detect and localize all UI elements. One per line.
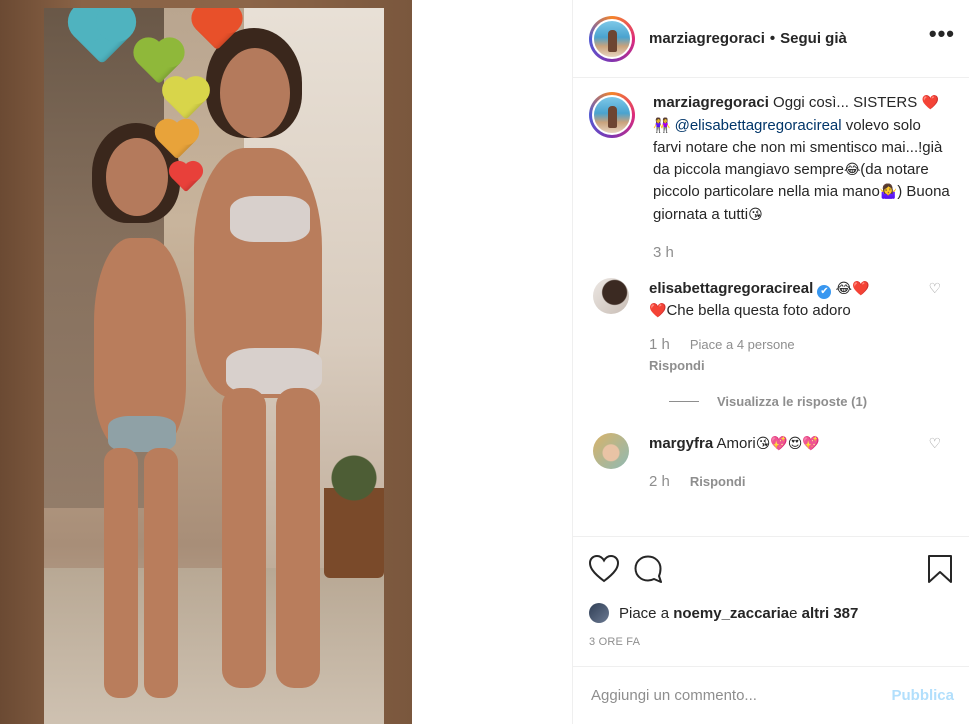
likes-summary: Piace a noemy_zaccaria e altri 387	[573, 600, 969, 626]
post-header: marziagregoraci • Segui già •••	[573, 0, 969, 78]
comment-time[interactable]: 1 h	[649, 334, 670, 355]
heart-sticker-icon	[166, 80, 206, 120]
header-separator: •	[769, 30, 776, 47]
comment-message: Che bella questa foto adoro	[666, 301, 851, 319]
comment-item: margyfra Amori😘💖😍💖 2 h Rispondi ♡	[589, 432, 953, 492]
comment-like-heart-icon[interactable]: ♡	[928, 435, 941, 452]
comment-meta: 2 h Rispondi	[649, 471, 919, 492]
comment-message: Amori	[713, 434, 756, 452]
caption-text: marziagregoraci Oggi così... SISTERS ❤️ 👭…	[653, 92, 953, 226]
comment-like-heart-icon[interactable]: ♡	[928, 280, 941, 297]
verified-badge-icon: ✔	[817, 284, 832, 299]
photo-big-girl-leg	[222, 388, 266, 688]
add-comment-input[interactable]: Aggiungi un commento...	[591, 687, 757, 704]
reply-button[interactable]: Rispondi	[690, 471, 746, 492]
shrug-emoji-icon: 🤷‍♀️	[879, 184, 898, 200]
caption-username[interactable]: marziagregoraci	[653, 94, 769, 111]
caption-text-part: Oggi così... SISTERS	[768, 94, 922, 111]
likes-middle: e	[789, 604, 798, 622]
post-caption: marziagregoraci Oggi così... SISTERS ❤️ 👭…	[589, 92, 953, 264]
liker-username[interactable]: noemy_zaccaria	[673, 605, 789, 622]
comment-text: elisabettagregoracireal ✔ 😂❤️ ❤️Che bell…	[649, 278, 919, 322]
likes-prefix: Piace a	[619, 604, 670, 622]
more-options-icon[interactable]: •••	[929, 22, 955, 49]
commenter-username[interactable]: margyfra	[649, 435, 713, 452]
view-replies-line	[669, 400, 699, 402]
photo-small-girl-swimsuit	[108, 416, 176, 452]
liker-avatar[interactable]	[589, 603, 609, 623]
comment-text: margyfra Amori😘💖😍💖	[649, 433, 919, 455]
photo-small-girl-head	[106, 138, 168, 216]
author-username[interactable]: marziagregoraci	[649, 30, 765, 47]
photo-big-girl-bikini-top	[230, 196, 310, 242]
comment-like-count[interactable]: Piace a 4 persone	[690, 334, 795, 355]
photo-ground	[44, 568, 384, 724]
commenter-avatar[interactable]	[593, 432, 629, 469]
post-photo[interactable]	[44, 8, 384, 724]
kiss-emoji-icon: 😘	[748, 206, 763, 223]
caption-body: marziagregoraci Oggi così... SISTERS ❤️ 👭…	[653, 92, 953, 264]
add-comment-bar: Aggiungi un commento... Pubblica	[573, 666, 969, 724]
photo-small-girl-leg	[104, 448, 138, 698]
comment-body: elisabettagregoracireal ✔ 😂❤️ ❤️Che bell…	[649, 278, 919, 376]
view-replies-label: Visualizza le risposte (1)	[717, 393, 868, 409]
comment-time[interactable]: 2 h	[649, 471, 670, 492]
heart-emoji-icon: ❤️	[921, 95, 939, 111]
likes-others-link[interactable]: altri 387	[802, 605, 859, 622]
reply-button[interactable]: Rispondi	[649, 355, 919, 376]
laughing-emoji-icon: 😂	[843, 161, 861, 178]
comments-section: marziagregoraci Oggi così... SISTERS ❤️ 👭…	[573, 78, 969, 536]
author-avatar[interactable]	[589, 15, 635, 62]
caption-author-avatar[interactable]	[589, 92, 635, 138]
caption-mention-link[interactable]: @elisabettagregoracireal	[670, 117, 842, 134]
commenter-username[interactable]: elisabettagregoracireal	[649, 280, 813, 297]
sisters-emoji-icon: 👭	[653, 117, 671, 134]
post-details-panel: marziagregoraci • Segui già ••• marziagr…	[572, 0, 969, 724]
comment-body: margyfra Amori😘💖😍💖 2 h Rispondi	[649, 433, 919, 492]
post-photo-area	[0, 0, 572, 724]
photo-plant-pot	[324, 448, 384, 578]
post-actions-bar	[573, 536, 969, 600]
like-heart-icon[interactable]	[589, 554, 619, 583]
comment-emoji-icon: 😘💖😍💖	[755, 435, 820, 452]
bookmark-icon[interactable]	[927, 554, 953, 584]
photo-big-girl-head	[220, 48, 290, 138]
commenter-avatar[interactable]	[593, 277, 629, 314]
photo-small-girl-leg	[144, 448, 178, 698]
view-replies-button[interactable]: Visualizza le risposte (1)	[669, 394, 953, 409]
photo-big-girl-leg	[276, 388, 320, 688]
comment-meta: 1 h Piace a 4 persone	[649, 334, 919, 355]
post-timestamp[interactable]: 3 ORE FA	[573, 626, 969, 648]
caption-time[interactable]: 3 h	[653, 242, 953, 264]
follow-status-button[interactable]: Segui già	[780, 30, 847, 47]
heart-emoji-icon: ❤️	[649, 302, 667, 319]
comment-item: elisabettagregoracireal ✔ 😂❤️ ❤️Che bell…	[589, 277, 953, 376]
comment-bubble-icon[interactable]	[633, 554, 663, 584]
comment-emoji-icon: 😂❤️	[835, 280, 870, 297]
publish-button[interactable]: Pubblica	[891, 687, 954, 704]
